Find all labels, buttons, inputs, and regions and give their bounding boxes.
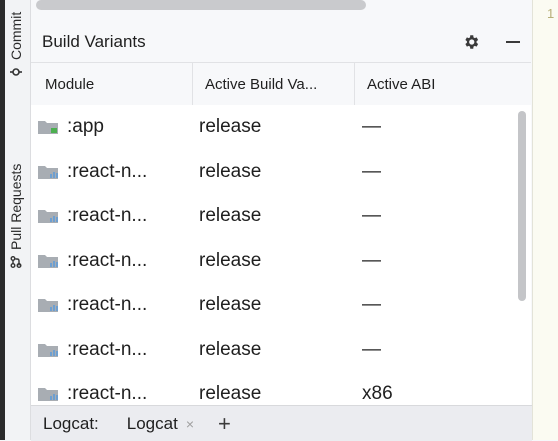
logcat-tool-bar: Logcat: Logcat × + [31, 405, 532, 441]
variant-cell[interactable]: release [193, 328, 355, 373]
column-header-label: Active ABI [367, 75, 436, 93]
abi-cell[interactable]: — [355, 194, 531, 239]
build-variant-value: release [199, 116, 262, 138]
vertical-scrollbar-thumb[interactable] [518, 111, 526, 301]
pull-requests-tab-label: Pull Requests [8, 163, 24, 250]
hide-panel-button[interactable] [501, 30, 525, 54]
abi-cell[interactable]: — [355, 105, 531, 150]
module-cell: :app [31, 105, 193, 150]
variant-cell[interactable]: release [193, 372, 355, 405]
build-variants-header: Build Variants [31, 22, 531, 62]
build-variant-value: release [199, 249, 262, 271]
column-header-label: Module [45, 75, 95, 93]
build-variant-value: release [199, 294, 262, 316]
horizontal-scrollbar-thumb[interactable] [36, 0, 366, 10]
module-name: :react-n... [67, 160, 148, 182]
column-header-label: Active Build Va... [205, 75, 318, 93]
library-module-folder-icon [38, 299, 58, 313]
pull-requests-tool-tab[interactable]: Pull Requests [8, 164, 24, 268]
settings-gear-button[interactable] [459, 30, 483, 54]
table-row[interactable]: :react-n... release — [31, 194, 531, 239]
logcat-tab[interactable]: Logcat × [127, 414, 194, 434]
build-variant-value: release [199, 338, 262, 360]
abi-cell[interactable]: x86 [355, 372, 531, 405]
abi-cell[interactable]: — [355, 328, 531, 373]
library-module-folder-icon [38, 343, 58, 357]
logcat-tab-label: Logcat [126, 413, 178, 433]
abi-cell[interactable]: — [355, 150, 531, 195]
module-name: :app [67, 116, 104, 138]
abi-value: — [362, 116, 381, 138]
table-row[interactable]: :react-n... release x86 [31, 372, 531, 405]
build-variant-value: release [199, 205, 262, 227]
module-name: :react-n... [67, 383, 148, 405]
table-row[interactable]: :react-n... release — [31, 150, 531, 195]
module-cell: :react-n... [31, 328, 193, 373]
variant-cell[interactable]: release [193, 194, 355, 239]
abi-value: — [362, 249, 381, 271]
variant-cell[interactable]: release [193, 150, 355, 195]
minimize-icon [506, 41, 520, 43]
variant-cell[interactable]: release [193, 283, 355, 328]
commit-tool-tab[interactable]: Commit [8, 12, 24, 78]
module-name: :react-n... [67, 205, 148, 227]
build-variant-value: release [199, 160, 262, 182]
close-tab-icon[interactable]: × [186, 416, 194, 432]
abi-value: — [362, 160, 381, 182]
table-row[interactable]: :react-n... release — [31, 283, 531, 328]
variant-cell[interactable]: release [193, 239, 355, 284]
gear-icon [465, 35, 479, 49]
app-module-folder-icon [38, 121, 58, 135]
table-header: Module Active Build Va... Active ABI [31, 62, 531, 106]
library-module-folder-icon [38, 388, 58, 402]
abi-cell[interactable]: — [355, 283, 531, 328]
module-cell: :react-n... [31, 239, 193, 284]
abi-cell[interactable]: — [355, 239, 531, 284]
add-tab-button[interactable]: + [218, 412, 231, 435]
abi-value: x86 [362, 383, 393, 405]
variant-cell[interactable]: release [193, 105, 355, 150]
header-actions [459, 30, 525, 54]
vertical-scrollbar[interactable] [516, 105, 528, 405]
column-header-active-build-variant[interactable]: Active Build Va... [193, 63, 355, 105]
module-name: :react-n... [67, 294, 148, 316]
abi-value: — [362, 294, 381, 316]
window-edge [0, 0, 5, 440]
library-module-folder-icon [38, 254, 58, 268]
top-scroll-area [31, 0, 531, 20]
abi-value: — [362, 205, 381, 227]
build-variant-value: release [199, 383, 262, 405]
table-row[interactable]: :react-n... release — [31, 239, 531, 284]
library-module-folder-icon [38, 165, 58, 179]
panel-title: Build Variants [42, 32, 146, 51]
abi-value: — [362, 338, 381, 360]
commit-tab-label: Commit [8, 11, 24, 60]
logcat-label: Logcat: [43, 413, 99, 433]
module-cell: :react-n... [31, 283, 193, 328]
table-row[interactable]: :app release — [31, 105, 531, 150]
module-name: :react-n... [67, 338, 148, 360]
module-name: :react-n... [67, 249, 148, 271]
left-tool-strip: Commit Pull Requests [0, 0, 31, 440]
module-cell: :react-n... [31, 194, 193, 239]
module-cell: :react-n... [31, 372, 193, 405]
library-module-folder-icon [38, 210, 58, 224]
line-number: 1 [547, 6, 555, 21]
build-variants-table: :app release — :react-n... release — :re… [31, 105, 531, 405]
pull-request-icon [10, 256, 22, 268]
commit-icon [10, 68, 22, 76]
module-cell: :react-n... [31, 150, 193, 195]
column-header-active-abi[interactable]: Active ABI [355, 63, 531, 105]
table-row[interactable]: :react-n... release — [31, 328, 531, 373]
column-header-module[interactable]: Module [31, 63, 193, 105]
editor-gutter [532, 0, 558, 440]
